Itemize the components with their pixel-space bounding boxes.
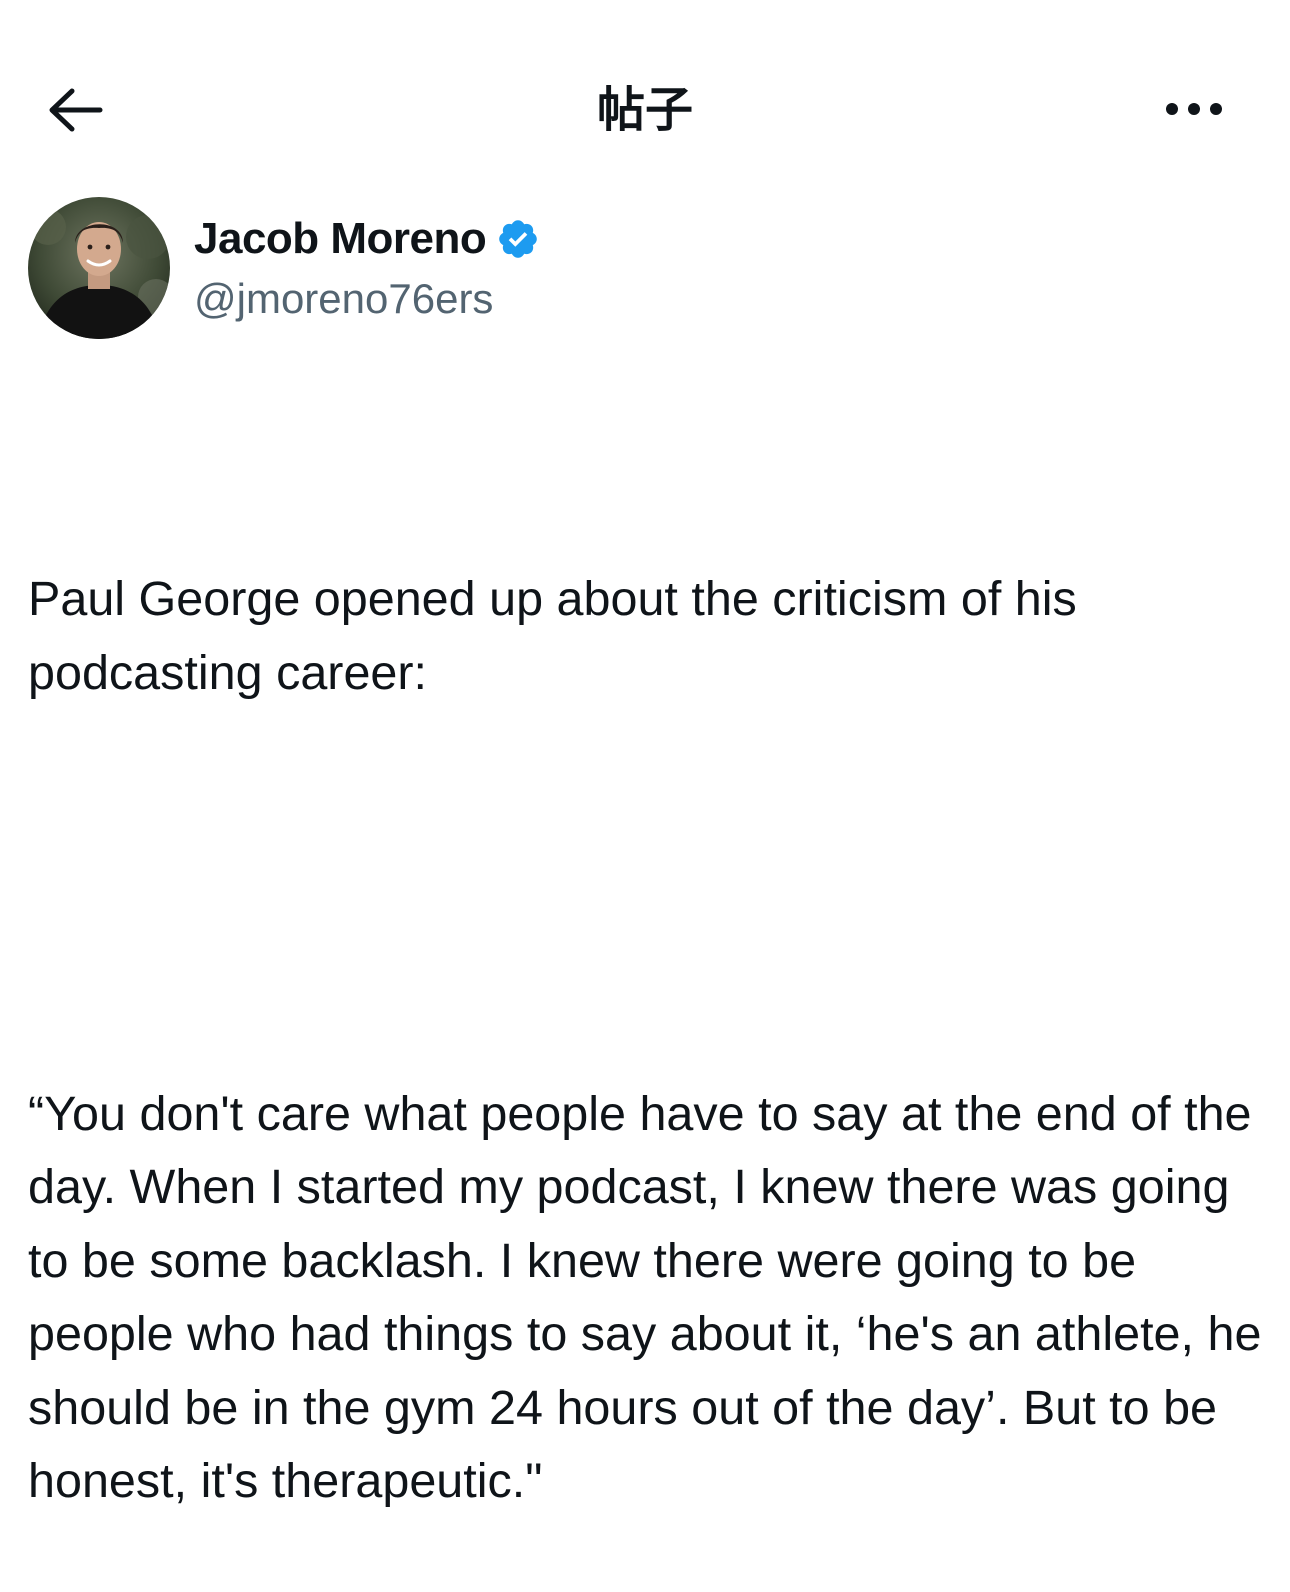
more-horizontal-icon [1166,103,1222,115]
author-info: Jacob Moreno @jmoreno76ers [194,197,540,323]
avatar[interactable] [28,197,170,339]
top-bar: 帖子 [0,60,1290,160]
post-paragraph: Paul George opened up about the criticis… [28,572,1091,700]
post-text: Paul George opened up about the criticis… [28,416,1268,1592]
verified-badge-icon [499,220,538,258]
post-author: Jacob Moreno @jmoreno76ers [28,197,540,339]
display-name[interactable]: Jacob Moreno [194,214,487,264]
name-row: Jacob Moreno [194,213,540,265]
more-options-button[interactable] [1154,84,1234,134]
post-paragraph: “You don't care what people have to say … [28,1086,1275,1509]
user-handle[interactable]: @jmoreno76ers [194,275,540,323]
page-title: 帖子 [596,82,693,138]
